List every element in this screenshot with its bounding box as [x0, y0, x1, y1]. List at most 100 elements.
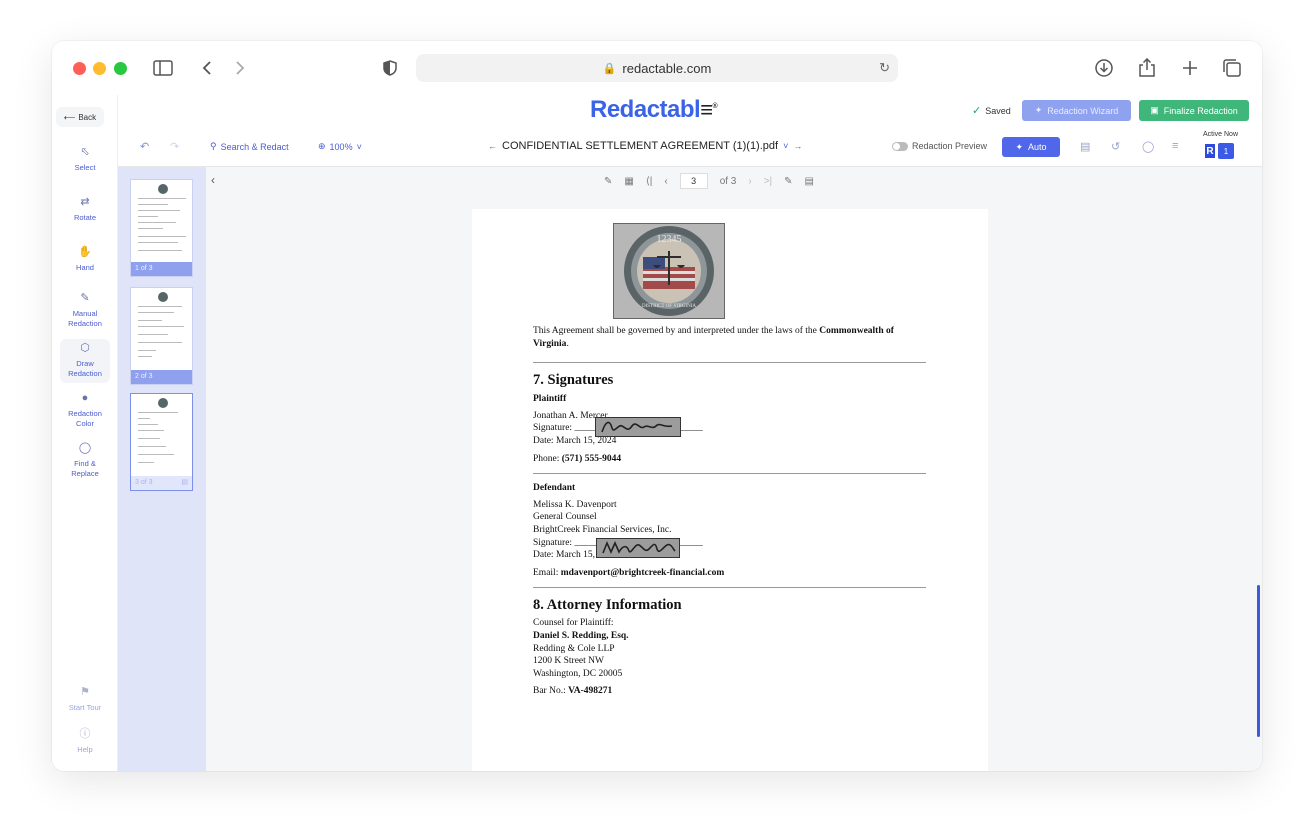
minimize-window-button[interactable]: [93, 62, 106, 75]
close-window-button[interactable]: [73, 62, 86, 75]
tool-redaction-color[interactable]: ● Redaction Color: [60, 393, 110, 429]
law-firm: Redding & Cole LLP: [533, 643, 615, 654]
undo-icon[interactable]: ↶: [140, 140, 149, 153]
previous-document-icon[interactable]: ←: [488, 141, 497, 151]
zoom-window-button[interactable]: [114, 62, 127, 75]
divider: [533, 587, 926, 589]
tab-overview-icon[interactable]: [1220, 57, 1244, 79]
find-replace-icon: ◯: [78, 442, 92, 454]
reload-icon[interactable]: ↻: [879, 60, 890, 76]
redactable-logo[interactable]: Redactabl≡®: [590, 96, 718, 124]
defendant-signature-line: Signature: ___________________________: [533, 537, 926, 550]
sidebar-toggle-icon[interactable]: [151, 57, 175, 79]
city-address: Washington, DC 20005: [533, 668, 623, 679]
comment-icon[interactable]: ◯: [1142, 140, 1154, 153]
history-icon[interactable]: ↺: [1111, 140, 1120, 153]
redaction-box[interactable]: [596, 538, 680, 558]
page-thumbnail[interactable]: 1 of 3: [130, 179, 193, 277]
preview-label: Redaction Preview: [912, 141, 988, 151]
page-number-input[interactable]: 3: [679, 173, 708, 189]
arrow-left-icon: ⟵: [63, 112, 76, 122]
divider: [533, 473, 926, 475]
redaction-box[interactable]: [595, 417, 681, 437]
toggle-switch[interactable]: [892, 141, 908, 151]
search-redact-button[interactable]: ⚲ Search & Redact: [210, 141, 289, 152]
finalize-label: Finalize Redaction: [1163, 105, 1238, 116]
tool-label: Hand: [76, 263, 94, 272]
downloads-icon[interactable]: [1092, 57, 1116, 79]
page-icon[interactable]: ▤: [181, 478, 188, 486]
text-line: [138, 424, 158, 425]
forward-nav-icon[interactable]: [228, 57, 252, 79]
page-thumbnail-current[interactable]: 3 of 3 ▤: [130, 393, 193, 491]
pen-icon: ✎: [80, 292, 90, 304]
divider: [533, 362, 926, 364]
next-page-icon[interactable]: ›: [748, 176, 751, 187]
tool-label: Select: [74, 163, 96, 172]
tool-manual-redaction[interactable]: ✎ Manual Redaction: [60, 293, 110, 329]
extract-page-icon[interactable]: ▤: [805, 176, 814, 187]
start-tour-button[interactable]: ⚑ Start Tour: [60, 687, 110, 713]
zoom-select[interactable]: ⊕ 100% ˅: [318, 141, 362, 152]
text-line: [138, 342, 182, 343]
sparkle-icon: ✦: [1015, 141, 1024, 152]
signature-scribble-icon: [601, 421, 673, 433]
defendant-name: Melissa K. Davenport: [533, 499, 617, 510]
page-thumbnail[interactable]: 2 of 3: [130, 287, 193, 385]
document-page: 12345 DISTRICT OF VIRGINIA This Agreemen…: [472, 209, 988, 771]
redaction-wizard-button[interactable]: ✦ Redaction Wizard: [1022, 100, 1131, 121]
magic-wand-icon: ✦: [1034, 105, 1043, 115]
tool-label: Draw Redaction: [68, 359, 102, 378]
redo-icon[interactable]: ↷: [170, 140, 179, 153]
next-document-icon[interactable]: →: [793, 141, 802, 151]
edit-icon[interactable]: ✎: [604, 176, 612, 187]
wizard-label: Redaction Wizard: [1047, 105, 1119, 116]
chevron-down-icon[interactable]: ˅: [783, 141, 788, 151]
tool-find-replace[interactable]: ◯ Find & Replace: [60, 443, 110, 479]
page-navigation: ✎ ▦ ⟨| ‹ 3 of 3 › >| ✎ ▤: [604, 171, 814, 191]
finalize-redaction-button[interactable]: ▣ Finalize Redaction: [1139, 100, 1249, 121]
cursor-icon: ⬁: [80, 146, 90, 158]
document-scrollbar[interactable]: [1257, 585, 1260, 737]
counsel-label: Counsel for Plaintiff:: [533, 618, 614, 629]
governing-law-clause: This Agreement shall be governed by and …: [533, 325, 926, 350]
collapse-thumbnails-icon[interactable]: ‹: [206, 167, 220, 193]
previous-page-icon[interactable]: ‹: [664, 176, 667, 187]
rotate-page-icon[interactable]: ✎: [784, 176, 792, 187]
text-line: [138, 418, 150, 419]
thumbnail-label: 1 of 3: [131, 262, 192, 276]
tool-rotate[interactable]: ⇄ Rotate: [60, 197, 110, 223]
tool-draw-redaction[interactable]: ⬡ Draw Redaction: [60, 339, 110, 383]
document-title-bar: ← CONFIDENTIAL SETTLEMENT AGREEMENT (1)(…: [488, 140, 802, 152]
bar-number: Bar No.: VA-498271: [533, 685, 926, 698]
signature-scribble-icon: [602, 540, 676, 554]
first-page-icon[interactable]: ⟨|: [646, 176, 653, 187]
back-nav-icon[interactable]: [195, 57, 219, 79]
defendant-email: Email: mdavenport@brightcreek-financial.…: [533, 567, 926, 580]
thumbnail-panel: 1 of 3 2 of 3 3 of 3 ▤: [118, 167, 206, 771]
last-page-icon[interactable]: >|: [764, 176, 772, 187]
signature-label: Signature:: [533, 537, 575, 548]
avatar[interactable]: R: [1204, 143, 1216, 159]
save-icon: ▣: [1150, 105, 1159, 115]
auto-redact-button[interactable]: ✦ Auto: [1002, 137, 1060, 157]
tool-select[interactable]: ⬁ Select: [60, 147, 110, 173]
shield-icon[interactable]: [378, 57, 402, 79]
logo-mark: ≡: [700, 97, 713, 122]
layout-icon[interactable]: ▤: [1080, 140, 1090, 153]
thumbnail-label: 3 of 3 ▤: [131, 476, 192, 490]
insert-page-icon[interactable]: ▦: [624, 176, 633, 187]
redaction-preview-toggle[interactable]: Redaction Preview: [892, 141, 987, 151]
document-content: This Agreement shall be governed by and …: [533, 325, 926, 698]
address-bar[interactable]: 🔒 redactable.com ↻: [416, 54, 898, 82]
active-count-badge: 1: [1218, 143, 1234, 159]
new-tab-icon[interactable]: [1178, 57, 1202, 79]
help-button[interactable]: ⓘ Help: [60, 729, 110, 755]
document-title[interactable]: CONFIDENTIAL SETTLEMENT AGREEMENT (1)(1)…: [502, 140, 778, 152]
list-icon[interactable]: ≡: [1172, 140, 1178, 152]
tool-hand[interactable]: ✋ Hand: [60, 247, 110, 273]
share-icon[interactable]: [1135, 57, 1159, 79]
back-button[interactable]: ⟵ Back: [56, 107, 104, 127]
defendant-company: BrightCreek Financial Services, Inc.: [533, 524, 672, 535]
text-line: [138, 356, 152, 357]
